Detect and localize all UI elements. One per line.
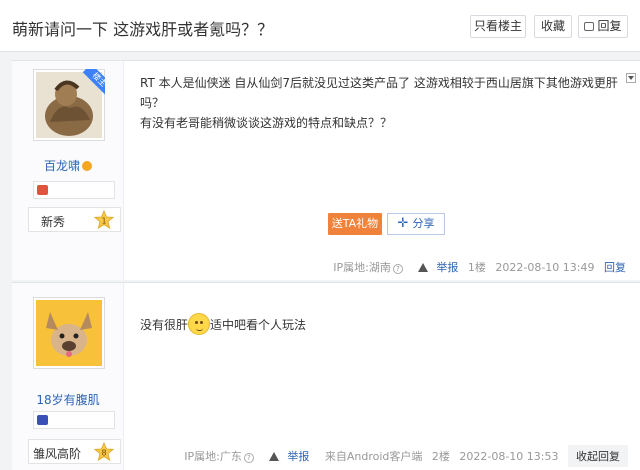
post-text-after: 适中吧看个人玩法 (210, 318, 307, 332)
help-icon[interactable]: ? (392, 264, 403, 274)
post-text-before: 没有很肝 (140, 318, 189, 332)
avatar[interactable]: 楼主 (33, 69, 105, 141)
post-time: 2022-08-10 13:49 (495, 261, 595, 274)
client-source: 来自Android客户端 (319, 450, 423, 463)
vip-icon (82, 161, 92, 171)
ip-location: IP属地:湖南? (327, 261, 403, 274)
level-box[interactable]: 雏风高阶 8 (28, 439, 121, 464)
post-body: 没有很肝 适中吧看个人玩法 (140, 313, 610, 337)
thread-header: 萌新请问一下 这游戏肝或者氪吗？？ 只看楼主 收藏 回复 (0, 0, 640, 52)
post-body: RT 本人是仙侠迷 自从仙剑7后就没见过这类产品了 这游戏相较于西山居旗下其他游… (140, 73, 618, 133)
post-meta: IP属地:湖南? 举报 1楼 2022-08-10 13:49 回复 (321, 259, 626, 275)
star-level-icon: 1 (94, 210, 114, 229)
reply-button-label: 回复 (597, 19, 622, 33)
star-level-icon: 8 (94, 442, 114, 461)
report-link[interactable]: 举报 (412, 261, 458, 274)
post-content: RT 本人是仙侠迷 自从仙剑7后就没见过这类产品了 这游戏相较于西山居旗下其他游… (140, 61, 640, 280)
avatar[interactable] (33, 297, 105, 369)
author-panel: 楼主 百龙啸 新秀 1 (12, 61, 124, 280)
level-number: 8 (101, 449, 106, 458)
avatar-image (36, 300, 102, 366)
share-label: 分享 (412, 217, 435, 230)
post-line: 吗？ (140, 96, 165, 110)
warning-icon (418, 263, 429, 272)
emoji-icon (188, 313, 211, 335)
post-line: 有没有老哥能稍微谈谈这游戏的特点和缺点？？ (140, 116, 393, 130)
collapse-icon[interactable] (626, 73, 636, 83)
level-title: 雏风高阶 (33, 447, 82, 461)
help-icon[interactable]: ? (243, 453, 254, 463)
floor-number: 2楼 (431, 450, 450, 463)
ip-location-text: IP属地:广东 (184, 450, 242, 463)
level-box[interactable]: 新秀 1 (28, 207, 121, 232)
report-label: 举报 (287, 450, 310, 463)
share-icon: ✛ (397, 216, 409, 231)
client-source-text: 来自Android客户端 (324, 450, 423, 463)
level-title: 新秀 (41, 215, 66, 229)
fold-reply-button[interactable]: 收起回复 (568, 445, 628, 467)
post-reply-link[interactable]: 回复 (604, 261, 626, 274)
game-badge-icon (37, 185, 48, 195)
post-line: RT 本人是仙侠迷 自从仙剑7后就没见过这类产品了 这游戏相较于西山居旗下其他游… (140, 76, 618, 90)
badge-strip[interactable] (33, 181, 115, 199)
report-label: 举报 (436, 261, 459, 274)
post-floor-1: 楼主 百龙啸 新秀 1 RT 本人是仙侠迷 自从仙剑7后就没见过这类产品了 这游… (12, 60, 640, 280)
thread-title: 萌新请问一下 这游戏肝或者氪吗？？ (12, 20, 274, 39)
post-content: 没有很肝 适中吧看个人玩法 IP属地:广东? 举报 来自Android客户端 2楼… (140, 283, 640, 470)
author-name-label: 百龙啸 (43, 159, 80, 173)
author-name[interactable]: 18岁有腹肌 (12, 391, 124, 408)
owner-badge: 楼主 (79, 69, 105, 95)
only-owner-button[interactable]: 只看楼主 (470, 15, 526, 38)
post-meta: IP属地:广东? 举报 来自Android客户端 2楼 2022-08-10 1… (172, 445, 628, 467)
favorite-button[interactable]: 收藏 (534, 15, 572, 38)
report-link[interactable]: 举报 (263, 450, 309, 463)
post-time: 2022-08-10 13:53 (459, 450, 559, 463)
reply-icon (584, 22, 595, 31)
floor-number: 1楼 (467, 261, 486, 274)
post-floor-2: 18岁有腹肌 雏风高阶 8 没有很肝 适中吧看个人玩法 IP属地:广东? 举报 来… (12, 282, 640, 470)
author-panel: 18岁有腹肌 雏风高阶 8 (12, 283, 124, 470)
author-name[interactable]: 百龙啸 (12, 157, 124, 174)
badge-strip[interactable] (33, 411, 115, 429)
level-number: 1 (101, 217, 106, 226)
game-badge-icon (37, 415, 48, 425)
warning-icon (269, 452, 280, 461)
owner-badge-label: 楼主 (82, 69, 105, 95)
send-gift-button[interactable]: 送TA礼物 (328, 213, 382, 235)
reply-button[interactable]: 回复 (578, 15, 628, 38)
share-button[interactable]: ✛ 分享 (387, 213, 445, 235)
ip-location: IP属地:广东? (178, 450, 254, 463)
ip-location-text: IP属地:湖南 (333, 261, 391, 274)
